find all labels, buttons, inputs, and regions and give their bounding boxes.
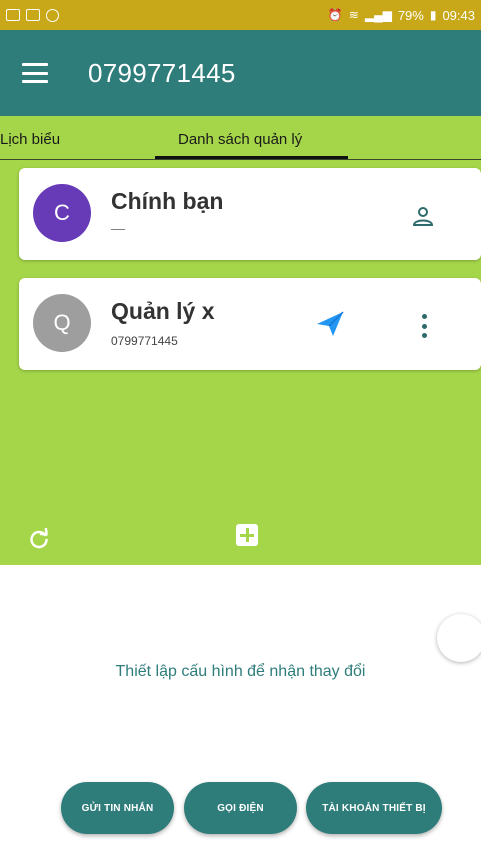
add-box-icon[interactable] xyxy=(236,524,258,546)
person-icon[interactable] xyxy=(411,204,435,228)
contact-card[interactable]: C Chính bạn — xyxy=(19,168,481,260)
config-hint: Thiết lập cấu hình để nhận thay đổi xyxy=(115,663,366,680)
refresh-icon[interactable] xyxy=(28,528,50,550)
gallery-notification-icon xyxy=(6,9,20,21)
app-notification-icon xyxy=(46,8,59,22)
status-bar: ⏰ ≋ ▂▄▆ 79% ▮ 09:43 xyxy=(0,0,481,30)
contact-detail: — xyxy=(111,220,125,236)
contact-name: Quản lý x xyxy=(111,298,215,324)
alarm-icon: ⏰ xyxy=(327,8,343,22)
battery-icon: ▮ xyxy=(429,8,437,22)
tab-manager-list[interactable]: Danh sách quản lý xyxy=(178,131,302,148)
app-screen: ⏰ ≋ ▂▄▆ 79% ▮ 09:43 0799771445 Lịch biểu… xyxy=(0,0,481,852)
app-title: 0799771445 xyxy=(88,57,236,88)
clock: 09:43 xyxy=(442,7,475,23)
contact-card[interactable]: Q Quản lý x 0799771445 xyxy=(19,278,481,370)
signal-icon: ▂▄▆ xyxy=(364,8,392,22)
system-indicators: ⏰ ≋ ▂▄▆ 79% ▮ 09:43 xyxy=(328,8,475,23)
call-button[interactable]: GỌI ĐIỆN xyxy=(184,782,297,834)
more-vert-icon[interactable] xyxy=(419,314,429,338)
send-icon[interactable] xyxy=(315,310,345,338)
battery-percent: 79% xyxy=(397,7,424,23)
contact-name: Chính bạn xyxy=(111,188,224,214)
avatar: C xyxy=(33,184,91,242)
contact-phone: 0799771445 xyxy=(111,334,178,348)
wifi-icon: ≋ xyxy=(348,8,359,22)
app-bar: 0799771445 xyxy=(0,30,481,116)
device-account-button[interactable]: TÀI KHOẢN THIẾT BỊ xyxy=(306,782,442,834)
tab-schedule[interactable]: Lịch biểu xyxy=(0,131,60,148)
menu-icon[interactable] xyxy=(22,63,48,83)
floating-toggle[interactable] xyxy=(437,614,481,662)
avatar: Q xyxy=(33,294,91,352)
active-tab-indicator xyxy=(155,156,348,159)
notification-icons xyxy=(6,8,59,22)
tab-bar: Lịch biểu Danh sách quản lý xyxy=(0,116,481,160)
manager-list-panel: Lịch biểu Danh sách quản lý C Chính bạn … xyxy=(0,116,481,565)
send-message-button[interactable]: GỬI TIN NHẮN xyxy=(61,782,174,834)
message-notification-icon xyxy=(26,9,40,21)
